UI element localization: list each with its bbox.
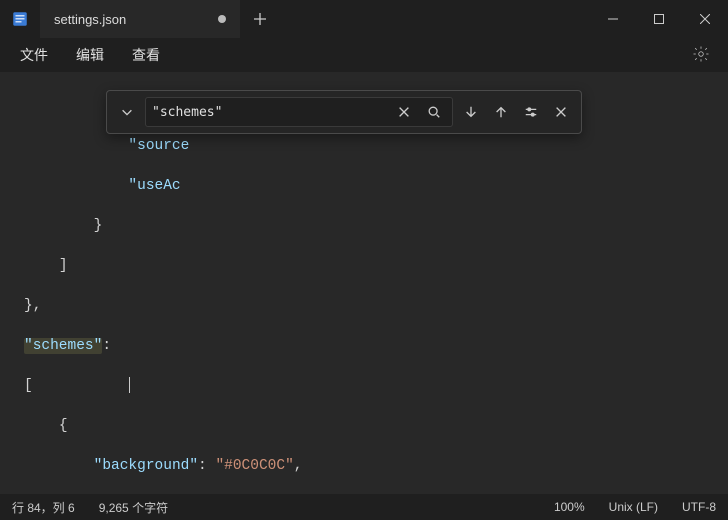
status-bar: 行 84，列 6 9,265 个字符 100% Unix (LF) UTF-8 — [0, 494, 728, 520]
tab-modified-dot-icon — [218, 15, 226, 23]
status-zoom[interactable]: 100% — [542, 500, 597, 514]
find-prev-button[interactable] — [489, 100, 513, 124]
app-icon — [0, 10, 40, 28]
tab-settings-json[interactable]: settings.json — [40, 0, 240, 38]
status-char-count[interactable]: 9,265 个字符 — [87, 499, 180, 516]
find-close-button[interactable] — [549, 100, 573, 124]
status-eol[interactable]: Unix (LF) — [597, 500, 670, 514]
find-clear-button[interactable] — [392, 100, 416, 124]
find-input-wrap — [145, 97, 453, 127]
menu-view[interactable]: 查看 — [120, 41, 172, 69]
status-cursor-pos[interactable]: 行 84，列 6 — [0, 499, 87, 516]
close-button[interactable] — [682, 0, 728, 38]
menu-file[interactable]: 文件 — [8, 41, 60, 69]
find-expand-toggle[interactable] — [115, 100, 139, 124]
find-input[interactable] — [152, 105, 386, 120]
find-next-button[interactable] — [459, 100, 483, 124]
text-cursor-icon — [129, 377, 130, 393]
minimize-button[interactable] — [590, 0, 636, 38]
find-bar — [106, 90, 582, 134]
find-options-button[interactable] — [519, 100, 543, 124]
search-match: "schemes" — [24, 338, 102, 354]
status-encoding[interactable]: UTF-8 — [670, 500, 728, 514]
tab-title: settings.json — [54, 12, 126, 27]
menu-bar: 文件 编辑 查看 — [0, 38, 728, 72]
title-bar: settings.json — [0, 0, 728, 38]
find-search-button[interactable] — [422, 100, 446, 124]
maximize-button[interactable] — [636, 0, 682, 38]
menu-edit[interactable]: 编辑 — [64, 41, 116, 69]
new-tab-button[interactable] — [240, 0, 280, 38]
window-controls — [590, 0, 728, 38]
settings-button[interactable] — [682, 41, 720, 70]
editor-area[interactable]: "opacity": 80 "source "useAc } ] }, "sch… — [0, 72, 728, 494]
